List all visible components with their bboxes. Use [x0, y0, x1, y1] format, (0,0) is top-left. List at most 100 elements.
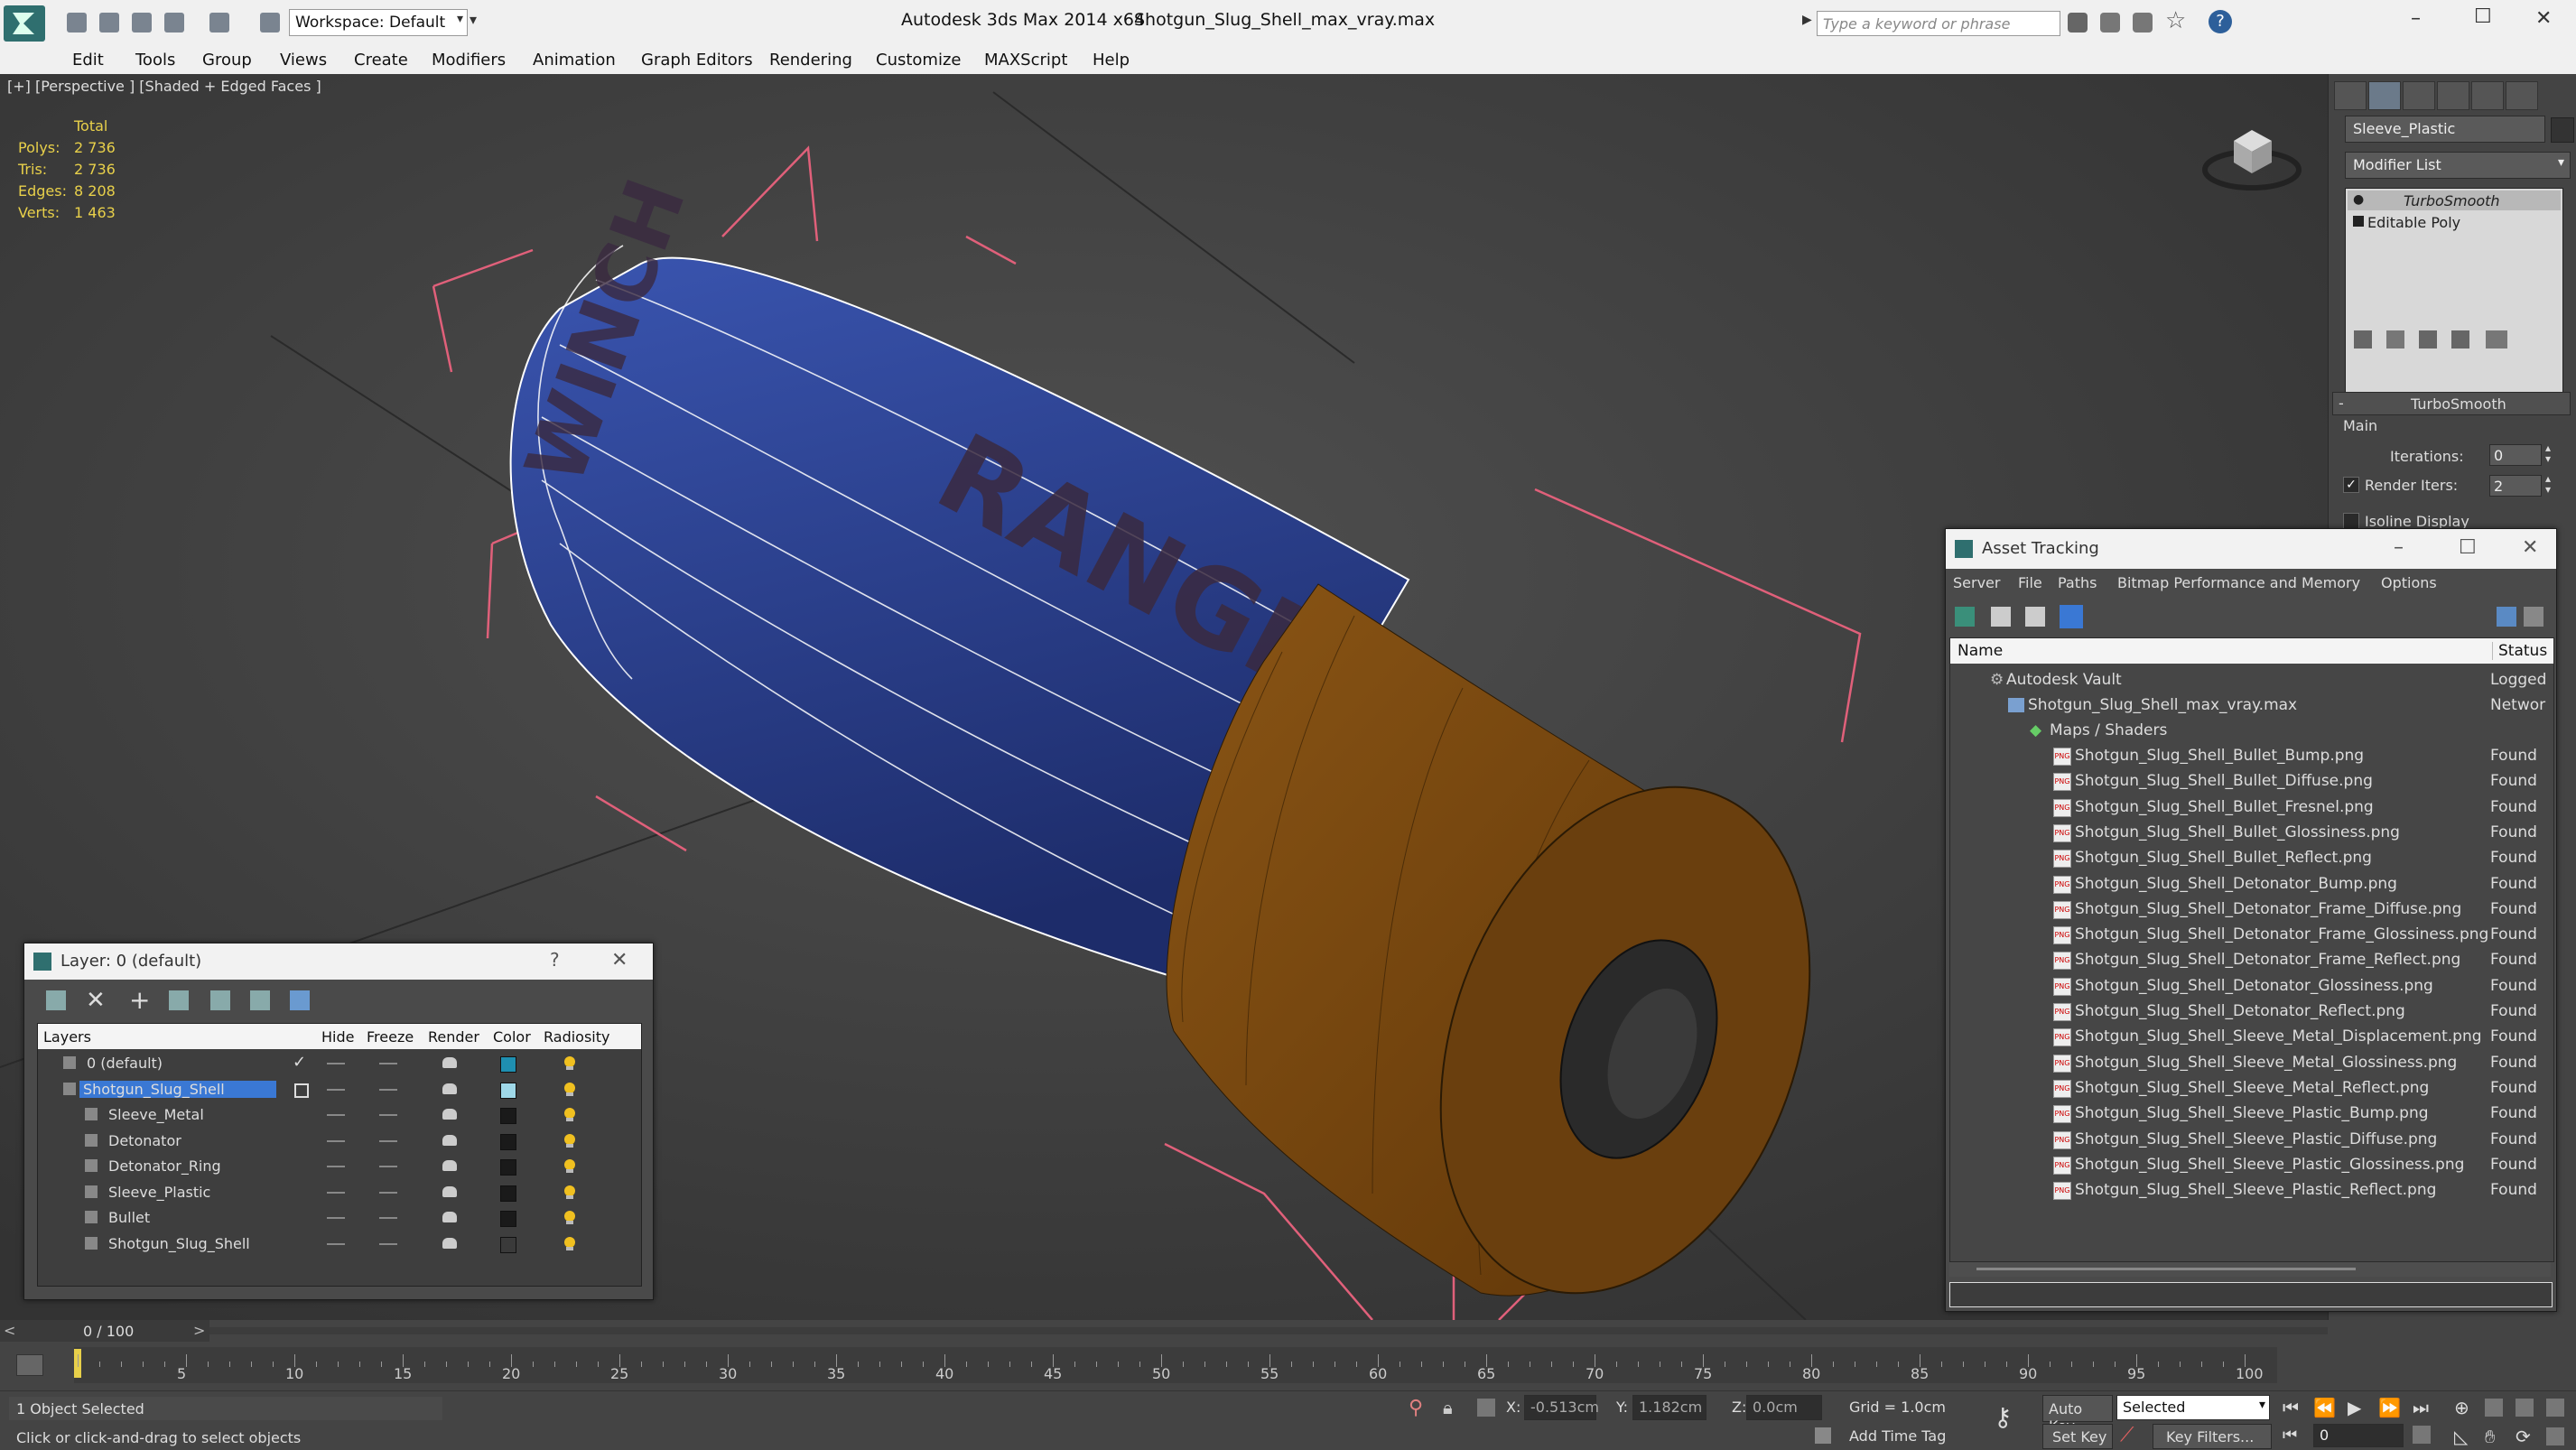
asset-row[interactable]: PNG Shotgun_Slug_Shell_Sleeve_Plastic_Dif… [1950, 1127, 2553, 1152]
display-tab-icon[interactable] [2471, 81, 2504, 110]
layer-name[interactable]: Shotgun_Slug_Shell [105, 1235, 254, 1252]
layer-manager-close-button[interactable]: ✕ [611, 949, 628, 971]
render-teapot-icon[interactable] [442, 1134, 457, 1146]
radiosity-bulb-icon[interactable] [562, 1054, 578, 1072]
expand-box-icon[interactable] [2353, 216, 2364, 227]
hierarchy-tab-icon[interactable] [2403, 81, 2435, 110]
layer-row[interactable]: Detonator_Ring [38, 1154, 641, 1179]
asset-row[interactable]: PNG Shotgun_Slug_Shell_Detonator_Frame_Re… [1950, 947, 2553, 972]
pin-stack-icon[interactable] [2354, 330, 2372, 349]
hide-all-layers-icon[interactable] [250, 990, 270, 1010]
asset-row[interactable]: PNG Shotgun_Slug_Shell_Detonator_Bump.png… [1950, 871, 2553, 897]
asset-row[interactable]: PNG Shotgun_Slug_Shell_Sleeve_Plastic_Glo… [1950, 1152, 2553, 1177]
previous-frame-icon[interactable]: ⏪ [2313, 1397, 2336, 1418]
isolate-selection-icon[interactable]: ⚲ [1409, 1397, 1423, 1419]
col-name-header[interactable]: Name [1958, 642, 2003, 660]
active-layer-check-icon[interactable]: ✓ [293, 1053, 306, 1072]
asset-path-field[interactable] [1949, 1282, 2553, 1307]
refresh-icon[interactable] [1955, 607, 1975, 627]
time-tag-icon[interactable] [1815, 1427, 1831, 1444]
add-time-tag[interactable]: Add Time Tag [1849, 1427, 1946, 1445]
select-in-layer-icon[interactable] [169, 990, 189, 1010]
tree-view-icon[interactable] [2025, 607, 2045, 627]
menu-create[interactable]: Create [354, 51, 408, 70]
x-coordinate-field[interactable]: -0.513cm [1524, 1395, 1599, 1420]
radiosity-bulb-icon[interactable] [562, 1183, 578, 1201]
layer-color-swatch[interactable] [500, 1185, 516, 1202]
rollout-header[interactable]: - TurboSmooth [2332, 392, 2571, 415]
asset-row[interactable]: PNG Shotgun_Slug_Shell_Sleeve_Metal_Refle… [1950, 1075, 2553, 1101]
settings-icon[interactable] [2524, 607, 2543, 627]
isoline-checkbox[interactable] [2343, 513, 2359, 529]
asset-row[interactable]: PNG Shotgun_Slug_Shell_Detonator_Frame_Di… [1950, 897, 2553, 922]
layer-name[interactable]: Shotgun_Slug_Shell [79, 1080, 276, 1098]
asset-row[interactable]: PNG Shotgun_Slug_Shell_Bullet_Glossiness.… [1950, 820, 2553, 845]
utilities-tab-icon[interactable] [2506, 81, 2538, 110]
hide-toggle[interactable] [327, 1166, 345, 1167]
col-status-header[interactable]: Status [2492, 642, 2547, 660]
radiosity-bulb-icon[interactable] [562, 1131, 578, 1149]
asset-tracking-maximize-button[interactable]: ☐ [2459, 536, 2477, 559]
z-coordinate-field[interactable]: 0.0cm [1746, 1395, 1822, 1420]
menu-modifiers[interactable]: Modifiers [432, 51, 506, 70]
make-unique-icon[interactable] [2419, 330, 2437, 349]
lightbulb-icon[interactable]: ● [2353, 192, 2364, 207]
asset-row[interactable]: PNG Shotgun_Slug_Shell_Bullet_Fresnel.png… [1950, 795, 2553, 820]
layer-color-swatch[interactable] [500, 1108, 516, 1124]
auto-key-button[interactable]: Auto Key [2042, 1395, 2113, 1435]
render-teapot-icon[interactable] [442, 1057, 457, 1068]
favorites-star-icon[interactable]: ☆ [2165, 7, 2186, 34]
menu-animation[interactable]: Animation [533, 51, 616, 70]
key-mode-toggle-icon[interactable]: ⏮ [2283, 1426, 2297, 1445]
at-menu-file[interactable]: File [2018, 574, 2042, 591]
freeze-toggle[interactable] [379, 1166, 397, 1167]
scrollbar-thumb[interactable] [1976, 1268, 2356, 1270]
object-color-swatch[interactable] [2551, 117, 2574, 143]
mini-curve-editor-icon[interactable] [16, 1354, 43, 1376]
render-teapot-icon[interactable] [442, 1185, 457, 1197]
create-tab-icon[interactable] [2334, 81, 2367, 110]
hide-toggle[interactable] [327, 1063, 345, 1064]
layer-color-swatch[interactable] [500, 1236, 516, 1253]
col-color-header[interactable]: Color [493, 1028, 531, 1046]
time-slider-prev-icon[interactable]: < [4, 1322, 15, 1339]
help-icon[interactable] [2497, 607, 2516, 627]
menu-tools[interactable]: Tools [135, 51, 175, 70]
key-mode-dropdown[interactable]: Selected ▾ [2116, 1395, 2270, 1420]
layer-name[interactable]: Sleeve_Metal [105, 1106, 208, 1123]
save-file-icon[interactable] [132, 13, 152, 33]
render-teapot-icon[interactable] [442, 1160, 457, 1171]
asset-row[interactable]: PNG Shotgun_Slug_Shell_Bullet_Reflect.png… [1950, 845, 2553, 870]
go-to-start-icon[interactable]: ⏮ [2283, 1397, 2299, 1418]
radiosity-bulb-icon[interactable] [562, 1234, 578, 1252]
highlight-layer-icon[interactable] [210, 990, 230, 1010]
communication-icon[interactable] [2133, 13, 2153, 33]
stack-item-editable-poly[interactable]: Editable Poly [2348, 212, 2561, 232]
zoom-extents-icon[interactable] [2516, 1399, 2534, 1417]
y-coordinate-field[interactable]: 1.182cm [1632, 1395, 1706, 1420]
col-render-header[interactable]: Render [428, 1028, 479, 1046]
layer-name[interactable]: Detonator [105, 1132, 185, 1149]
asset-row-maps[interactable]: ◆ Maps / Shaders [1950, 718, 2553, 743]
play-icon[interactable]: ▶ [2348, 1397, 2361, 1418]
layer-manager-titlebar[interactable]: Layer: 0 (default) ? ✕ [24, 943, 653, 980]
asset-row[interactable]: PNG Shotgun_Slug_Shell_Detonator_Reflect.… [1950, 999, 2553, 1024]
layer-row[interactable]: 0 (default) ✓ [38, 1051, 641, 1076]
asset-row-file[interactable]: Shotgun_Slug_Shell_max_vray.max Networ [1950, 692, 2553, 718]
layer-row[interactable]: Detonator [38, 1129, 641, 1154]
at-menu-server[interactable]: Server [1953, 574, 2000, 591]
layer-color-swatch[interactable] [500, 1211, 516, 1227]
freeze-toggle[interactable] [379, 1242, 397, 1245]
track-bar[interactable]: 5 10 15 20 25 30 35 40 45 50 55 60 65 70 75 80 85 90 95 100 [74, 1347, 2277, 1383]
undo-icon[interactable] [164, 13, 184, 33]
layer-color-swatch[interactable] [500, 1159, 516, 1176]
set-active-box-icon[interactable] [294, 1083, 309, 1098]
add-to-layer-icon[interactable]: + [129, 985, 150, 1015]
orbit-icon[interactable]: ⟳ [2516, 1426, 2531, 1447]
spinner-arrows-icon[interactable]: ▴ ▾ [2545, 442, 2551, 464]
maximize-viewport-icon[interactable] [2546, 1427, 2564, 1445]
col-radiosity-header[interactable]: Radiosity [544, 1028, 609, 1046]
layer-row[interactable]: Shotgun_Slug_Shell [38, 1077, 641, 1102]
maximize-button[interactable]: ☐ [2474, 5, 2492, 28]
set-key-button[interactable]: Set Key [2042, 1424, 2113, 1449]
